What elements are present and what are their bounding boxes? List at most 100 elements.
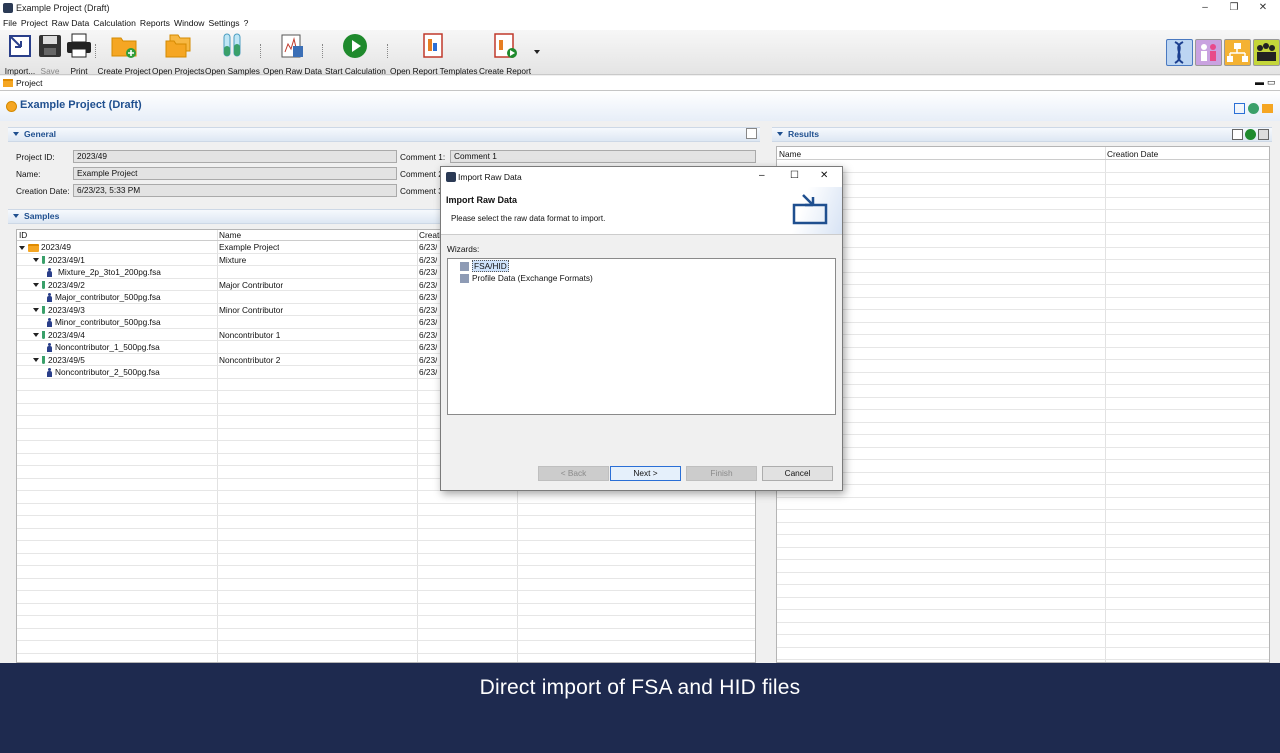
group-perspective-icon[interactable] (1253, 39, 1280, 66)
wizard-item-fsa-hid[interactable]: FSA/HID (460, 260, 509, 272)
cell-name: Major Contributor (219, 279, 284, 290)
folder-icon (28, 243, 39, 252)
maximize-view-icon[interactable]: ▭ (1267, 77, 1276, 88)
menu-file[interactable]: File (3, 17, 17, 30)
tab-project[interactable]: Project (16, 78, 42, 88)
next-button[interactable]: Next > (610, 466, 681, 481)
column-creation[interactable]: Creati (419, 230, 441, 241)
open-report-templates-button[interactable]: Open Report Templates (390, 32, 477, 76)
creation-date-label: Creation Date: (16, 186, 70, 196)
empty-row (777, 535, 1269, 548)
back-button[interactable]: < Back (538, 466, 609, 481)
minimize-icon[interactable]: – (1198, 2, 1212, 13)
open-samples-button[interactable]: Open Samples (205, 32, 260, 76)
name-field[interactable]: Example Project (73, 167, 397, 180)
results-section-header[interactable]: Results (772, 127, 1272, 142)
column-creation-date[interactable]: Creation Date (1107, 147, 1158, 161)
window-title: Example Project (Draft) (16, 3, 110, 13)
empty-row (777, 510, 1269, 523)
creation-date-field[interactable]: 6/23/23, 5:33 PM (73, 184, 397, 197)
wizard-item-profile-data[interactable]: Profile Data (Exchange Formats) (460, 273, 593, 284)
print-button[interactable]: Print (64, 32, 94, 76)
create-report-dropdown-icon[interactable] (534, 50, 540, 54)
toolbar-separator (260, 44, 262, 58)
test-tube-icon (42, 281, 45, 290)
expand-chevron-icon[interactable] (33, 358, 39, 363)
empty-row (17, 566, 755, 579)
minimize-icon[interactable]: – (759, 170, 765, 181)
menu-calculation[interactable]: Calculation (93, 17, 136, 30)
people-perspective-icon[interactable] (1195, 39, 1222, 66)
expand-chevron-icon[interactable] (19, 245, 25, 250)
report-icon[interactable] (1232, 129, 1243, 140)
app-icon (446, 172, 456, 182)
draft-status-icon (6, 101, 17, 112)
close-icon[interactable]: ✕ (820, 170, 828, 181)
empty-row (777, 423, 1269, 435)
minimize-view-icon[interactable]: ▬ (1255, 77, 1264, 87)
expand-chevron-icon[interactable] (33, 333, 39, 338)
results-table-header: Name Creation Date (777, 147, 1269, 160)
import-banner-icon (781, 187, 842, 234)
menu-project[interactable]: Project (21, 17, 48, 30)
main-toolbar: Import... Save Print Create Project Open… (0, 30, 1280, 76)
comment1-field[interactable]: Comment 1 (450, 150, 756, 163)
expand-chevron-icon[interactable] (33, 308, 39, 313)
open-raw-data-button[interactable]: Open Raw Data (263, 32, 322, 76)
cell-id: 2023/49/5 (33, 354, 85, 366)
report-template-icon (420, 32, 446, 59)
external-link-icon[interactable] (1234, 103, 1245, 114)
play-icon (342, 32, 368, 59)
column-name[interactable]: Name (219, 230, 241, 241)
export-icon[interactable] (1258, 129, 1269, 140)
toolbar-separator (95, 44, 97, 58)
create-report-button[interactable]: Create Report (479, 32, 531, 76)
cell-name: Noncontributor 1 (219, 329, 281, 340)
dna-perspective-icon[interactable] (1166, 39, 1193, 66)
cancel-button[interactable]: Cancel (762, 466, 833, 481)
menu-settings[interactable]: Settings (209, 17, 240, 30)
folder-settings-icon[interactable] (1262, 104, 1273, 113)
empty-row (777, 648, 1269, 660)
finish-button[interactable]: Finish (686, 466, 757, 481)
empty-row (777, 223, 1269, 235)
wizards-list[interactable]: FSA/HID Profile Data (Exchange Formats) (447, 258, 836, 415)
edit-icon[interactable] (746, 128, 757, 139)
menu-bar: File Project Raw Data Calculation Reports Win… (0, 17, 1280, 30)
menu-reports[interactable]: Reports (140, 17, 170, 30)
column-name[interactable]: Name (779, 147, 801, 161)
open-projects-button[interactable]: Open Projects (152, 32, 205, 76)
empty-row (777, 548, 1269, 560)
folder-add-icon (111, 32, 137, 59)
create-project-button[interactable]: Create Project (97, 32, 151, 76)
menu-window[interactable]: Window (174, 17, 205, 30)
menu-raw-data[interactable]: Raw Data (52, 17, 90, 30)
save-button[interactable]: Save (37, 32, 63, 76)
create-report-icon (492, 32, 518, 59)
empty-row (777, 348, 1269, 360)
cell-id: 2023/49 (19, 241, 71, 253)
empty-row (777, 373, 1269, 385)
play-icon[interactable] (1245, 129, 1256, 140)
cell-name: Noncontributor 2 (219, 354, 281, 365)
close-icon[interactable]: ✕ (1256, 2, 1270, 13)
empty-row (777, 285, 1269, 298)
empty-row (17, 629, 755, 641)
comment2-label: Comment 2 (400, 169, 443, 179)
project-id-field[interactable]: 2023/49 (73, 150, 397, 163)
pedigree-perspective-icon[interactable] (1224, 39, 1251, 66)
start-calculation-button[interactable]: Start Calculation (325, 32, 386, 76)
expand-chevron-icon[interactable] (33, 258, 39, 263)
maximize-icon[interactable]: ☐ (790, 170, 799, 181)
cell-date: 6/23/ (419, 242, 438, 252)
column-id[interactable]: ID (19, 230, 27, 241)
restore-icon[interactable]: ❐ (1227, 2, 1241, 13)
menu-help[interactable]: ? (244, 17, 249, 30)
expand-chevron-icon[interactable] (33, 283, 39, 288)
import-button[interactable]: Import... (3, 32, 37, 76)
wizard-icon (460, 262, 469, 272)
general-section-header[interactable]: General (8, 127, 760, 142)
cell-date: 6/23/ (419, 329, 438, 340)
status-ok-icon[interactable] (1248, 103, 1259, 114)
results-table[interactable]: Name Creation Date (776, 146, 1270, 663)
